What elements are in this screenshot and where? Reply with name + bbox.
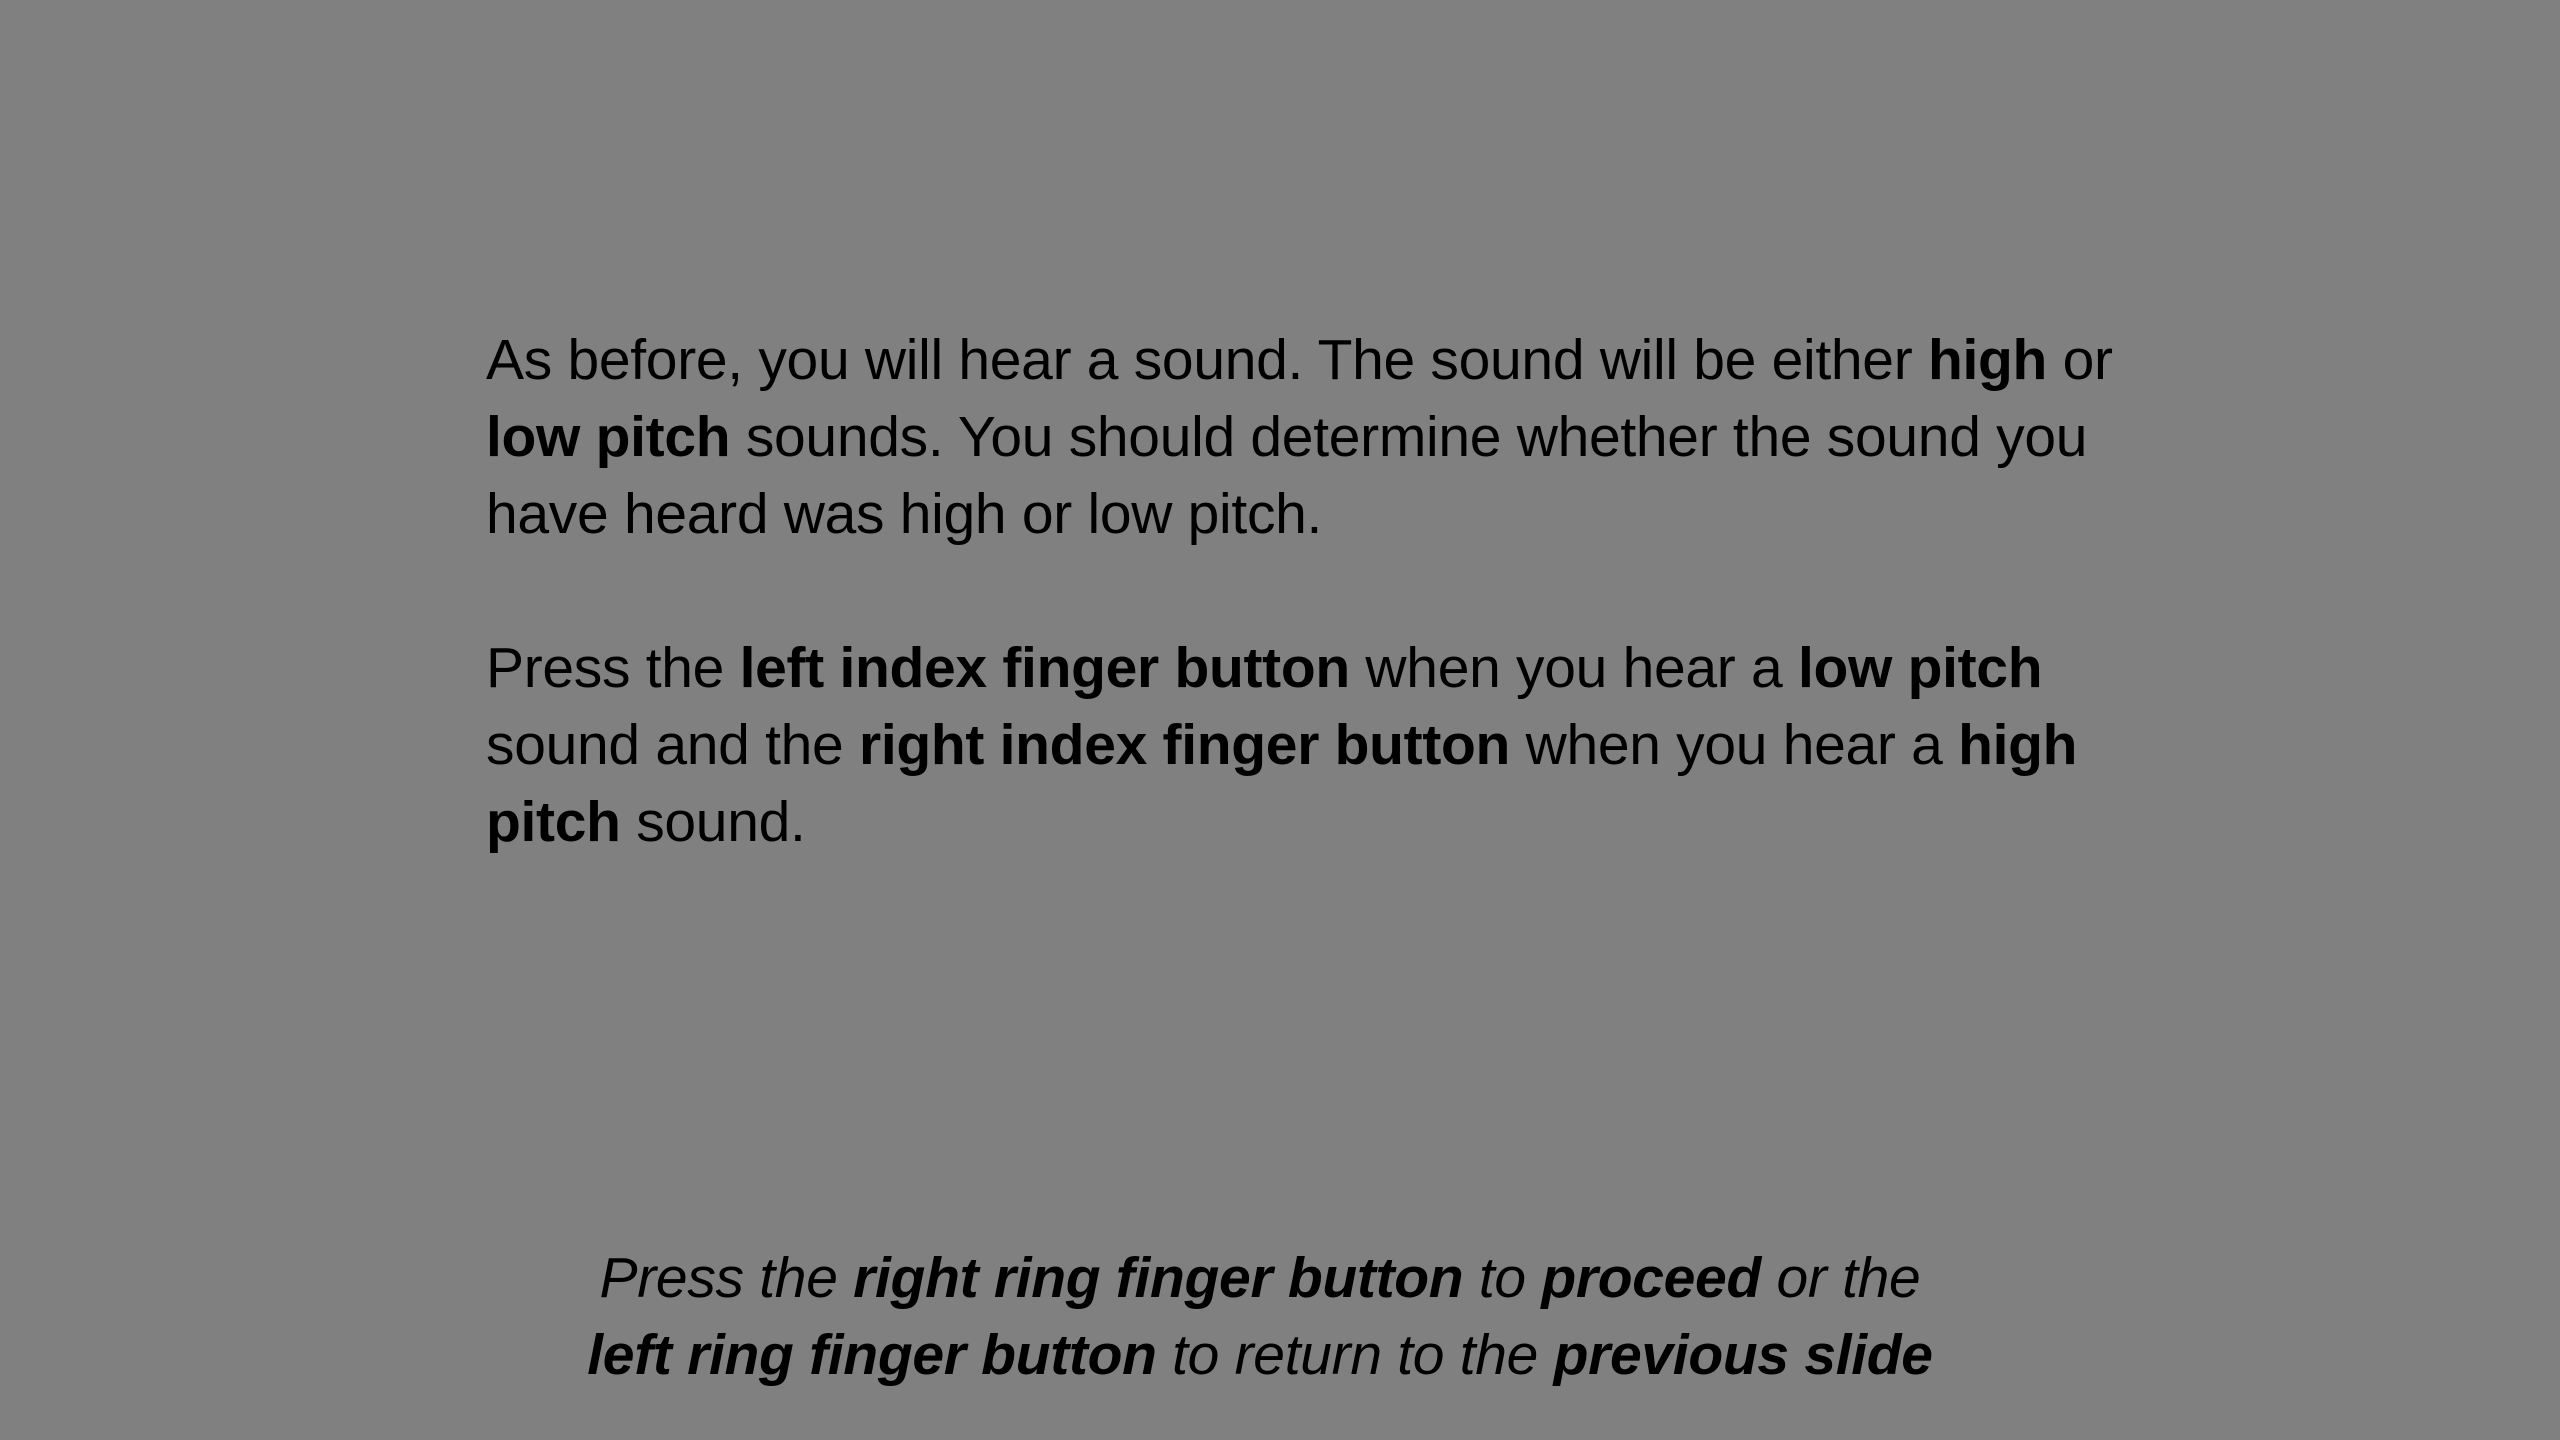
- text-segment: or the: [1760, 1246, 1921, 1310]
- emphasis-previous-slide: previous slide: [1553, 1323, 1933, 1387]
- emphasis-low-pitch: low pitch: [1797, 636, 2043, 700]
- emphasis-proceed: proceed: [1541, 1246, 1761, 1310]
- instruction-paragraph-task: As before, you will hear a sound. The so…: [486, 322, 2126, 553]
- text-segment: Press the: [599, 1246, 854, 1310]
- instruction-paragraph-response: Press the left index finger button when …: [486, 630, 2126, 861]
- text-segment: As before, you will hear a sound. The so…: [486, 328, 1928, 392]
- text-segment: when you hear a: [1510, 713, 1959, 777]
- emphasis-high: high: [1927, 328, 2048, 392]
- instruction-text-block: As before, you will hear a sound. The so…: [486, 322, 2126, 861]
- emphasis-right-index-button: right index finger button: [858, 713, 1511, 777]
- text-segment: or: [2047, 328, 2113, 392]
- navigation-hint-line-proceed: Press the right ring finger button to pr…: [340, 1240, 2180, 1317]
- text-segment: sound and the: [486, 713, 859, 777]
- emphasis-low-pitch: low pitch: [486, 405, 731, 469]
- text-segment: Press the: [486, 636, 740, 700]
- text-segment: to: [1463, 1246, 1542, 1310]
- emphasis-left-ring-button: left ring finger button: [587, 1323, 1157, 1387]
- emphasis-right-ring-button: right ring finger button: [853, 1246, 1464, 1310]
- text-segment: to return to the: [1156, 1323, 1554, 1387]
- text-segment: when you hear a: [1349, 636, 1798, 700]
- navigation-hint-line-return: left ring finger button to return to the…: [340, 1317, 2180, 1394]
- emphasis-left-index-button: left index finger button: [739, 636, 1351, 700]
- instruction-slide: As before, you will hear a sound. The so…: [0, 0, 2560, 1440]
- text-segment: sound.: [620, 790, 806, 854]
- navigation-hint: Press the right ring finger button to pr…: [340, 1240, 2180, 1394]
